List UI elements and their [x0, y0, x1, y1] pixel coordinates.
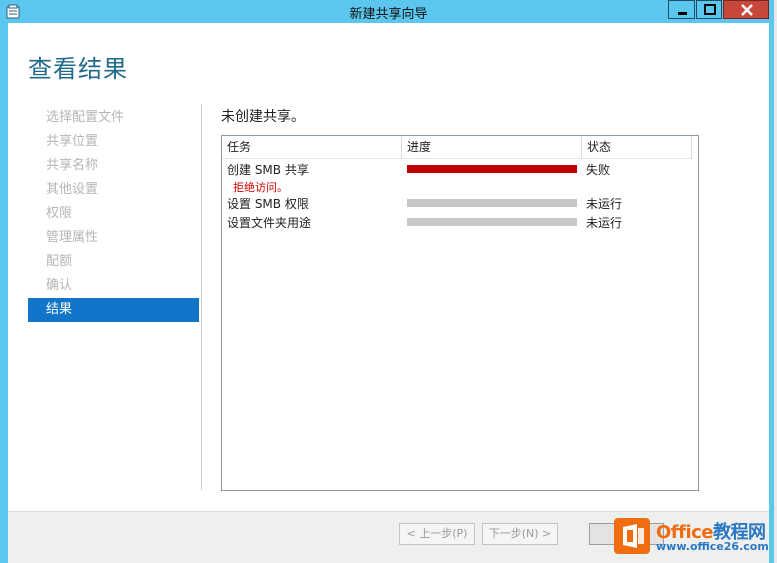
task-error-message: 拒绝访问。 [233, 181, 288, 194]
nav-step-confirmation: 确认 [46, 278, 73, 293]
maximize-icon [704, 4, 716, 15]
table-row[interactable]: 设置 SMB 权限 未运行 [222, 194, 698, 213]
wizard-steps-nav: 选择配置文件 共享位置 共享名称 其他设置 权限 管理属性 配额 确认 结果 [28, 106, 199, 322]
task-status: 未运行 [586, 216, 623, 230]
column-header-task[interactable]: 任务 [222, 136, 402, 159]
title-bar[interactable]: 新建共享向导 [0, 0, 777, 23]
progress-bar [407, 199, 577, 207]
table-row[interactable]: 设置文件夹用途 未运行 [222, 213, 698, 232]
watermark-url: www.office26.com [656, 540, 769, 553]
office-logo-icon [614, 518, 650, 554]
task-name: 设置文件夹用途 [227, 216, 312, 230]
window-title: 新建共享向导 [349, 7, 428, 22]
results-table[interactable]: 任务 进度 状态 创建 SMB 共享 拒绝访问。 失败 设置 SMB 权限 未运… [221, 135, 699, 491]
close-window-button[interactable] [723, 0, 769, 19]
progress-bar-fill [407, 165, 577, 173]
close-icon [741, 4, 753, 16]
watermark: Office教程网 www.office26.com [612, 516, 772, 556]
task-status: 未运行 [586, 197, 623, 211]
previous-button[interactable]: < 上一步(P) [399, 523, 475, 545]
column-header-progress[interactable]: 进度 [402, 136, 582, 159]
progress-bar [407, 165, 577, 173]
nav-step-share-name: 共享名称 [46, 158, 99, 173]
nav-step-results[interactable]: 结果 [28, 298, 199, 322]
nav-step-management-properties: 管理属性 [46, 230, 99, 245]
task-name: 设置 SMB 权限 [227, 197, 309, 211]
nav-step-select-profile: 选择配置文件 [46, 110, 125, 125]
page-title: 查看结果 [28, 55, 128, 83]
nav-step-other-settings: 其他设置 [46, 182, 99, 197]
nav-step-quota: 配额 [46, 254, 73, 269]
column-header-status[interactable]: 状态 [582, 136, 692, 159]
maximize-button[interactable] [696, 0, 722, 19]
table-row[interactable]: 创建 SMB 共享 拒绝访问。 失败 [222, 160, 698, 194]
progress-bar [407, 218, 577, 226]
minimize-button[interactable] [668, 0, 695, 19]
nav-step-share-location: 共享位置 [46, 134, 99, 149]
task-name: 创建 SMB 共享 [227, 163, 309, 177]
window-frame-left [0, 23, 8, 563]
nav-step-permissions: 权限 [46, 206, 73, 221]
nav-divider [201, 104, 202, 490]
next-button[interactable]: 下一步(N) > [482, 523, 558, 545]
task-status: 失败 [586, 163, 611, 177]
result-status-message: 未创建共享。 [221, 109, 305, 125]
minimize-icon [678, 12, 687, 15]
